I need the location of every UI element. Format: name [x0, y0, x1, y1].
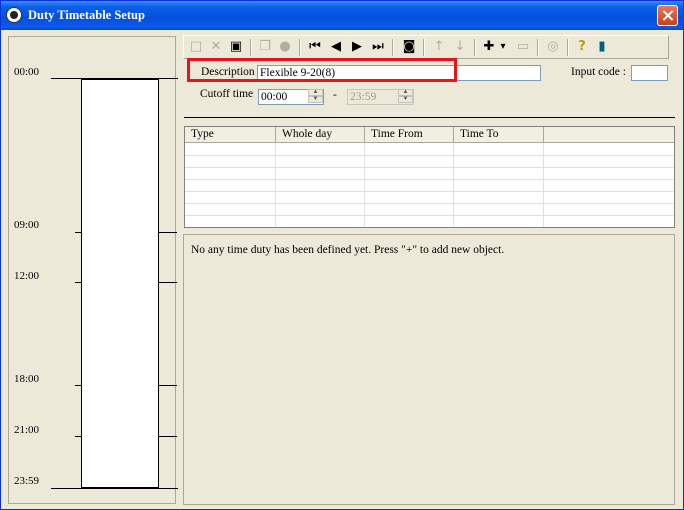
cutoff-separator: - — [333, 89, 337, 101]
cutoff-from-spinner[interactable]: ▲ ▼ — [308, 89, 323, 105]
add-dropdown-icon[interactable]: ▾ — [498, 39, 508, 55]
next-icon[interactable]: ▶ — [349, 39, 365, 55]
time-label: 00:00 — [14, 66, 40, 78]
window-title: Duty Timetable Setup — [28, 8, 145, 22]
duty-timetable-window: Duty Timetable Setup 00:00 09:00 12:00 1… — [0, 0, 684, 510]
refresh-icon[interactable]: ◎ — [545, 39, 561, 55]
column-header-type[interactable]: Type — [185, 127, 276, 143]
toolbar: □ ✕ ▣ ❐ ● ⏮ ◀ ▶ ⏭ ◙ ↑ ↓ ✚ ▾ ▭ ◎ ? ▮ — [183, 35, 669, 59]
duty-time-bar[interactable] — [81, 79, 159, 488]
time-label: 23:59 — [14, 475, 40, 487]
remove-icon[interactable]: ▭ — [515, 39, 531, 55]
column-header-time-to[interactable]: Time To — [454, 127, 544, 143]
time-label: 09:00 — [14, 219, 40, 231]
arrow-up-icon[interactable]: ↑ — [431, 39, 447, 55]
prev-icon[interactable]: ◀ — [328, 39, 344, 55]
arrow-down-icon[interactable]: ↓ — [452, 39, 468, 55]
help-icon[interactable]: ? — [574, 39, 590, 55]
time-duty-grid[interactable]: Type Whole day Time From Time To — [184, 126, 675, 228]
column-header-time-from[interactable]: Time From — [365, 127, 454, 143]
cutoff-time-label: Cutoff time — [200, 88, 254, 100]
input-code-field[interactable] — [631, 65, 668, 81]
empty-message: No any time duty has been defined yet. P… — [191, 244, 505, 256]
time-label: 21:00 — [14, 424, 40, 436]
tick-line — [51, 488, 178, 489]
app-icon — [6, 7, 22, 23]
new-icon[interactable]: □ — [188, 39, 204, 55]
add-icon[interactable]: ✚ — [481, 39, 497, 55]
copy-icon[interactable]: ❐ — [257, 39, 273, 55]
column-header-whole-day[interactable]: Whole day — [276, 127, 365, 143]
close-button[interactable] — [657, 5, 678, 26]
input-code-label: Input code : — [571, 66, 626, 78]
highlight-box — [187, 58, 457, 82]
timeline-panel: 00:00 09:00 12:00 18:00 21:00 23:59 — [8, 36, 178, 504]
cutoff-to-spinner[interactable]: ▲ ▼ — [398, 89, 413, 105]
exit-icon[interactable]: ▮ — [594, 39, 610, 55]
save-icon[interactable]: ▣ — [228, 39, 244, 55]
title-bar[interactable]: Duty Timetable Setup — [1, 1, 683, 30]
delete-icon[interactable]: ✕ — [208, 39, 224, 55]
first-icon[interactable]: ⏮ — [307, 39, 323, 55]
last-icon[interactable]: ⏭ — [370, 39, 386, 55]
time-label: 12:00 — [14, 270, 40, 282]
divider — [184, 117, 675, 118]
column-header-blank — [544, 127, 674, 143]
time-label: 18:00 — [14, 373, 40, 385]
record-icon[interactable]: ● — [277, 39, 293, 55]
find-icon[interactable]: ◙ — [401, 39, 417, 55]
message-panel: No any time duty has been defined yet. P… — [183, 234, 675, 505]
